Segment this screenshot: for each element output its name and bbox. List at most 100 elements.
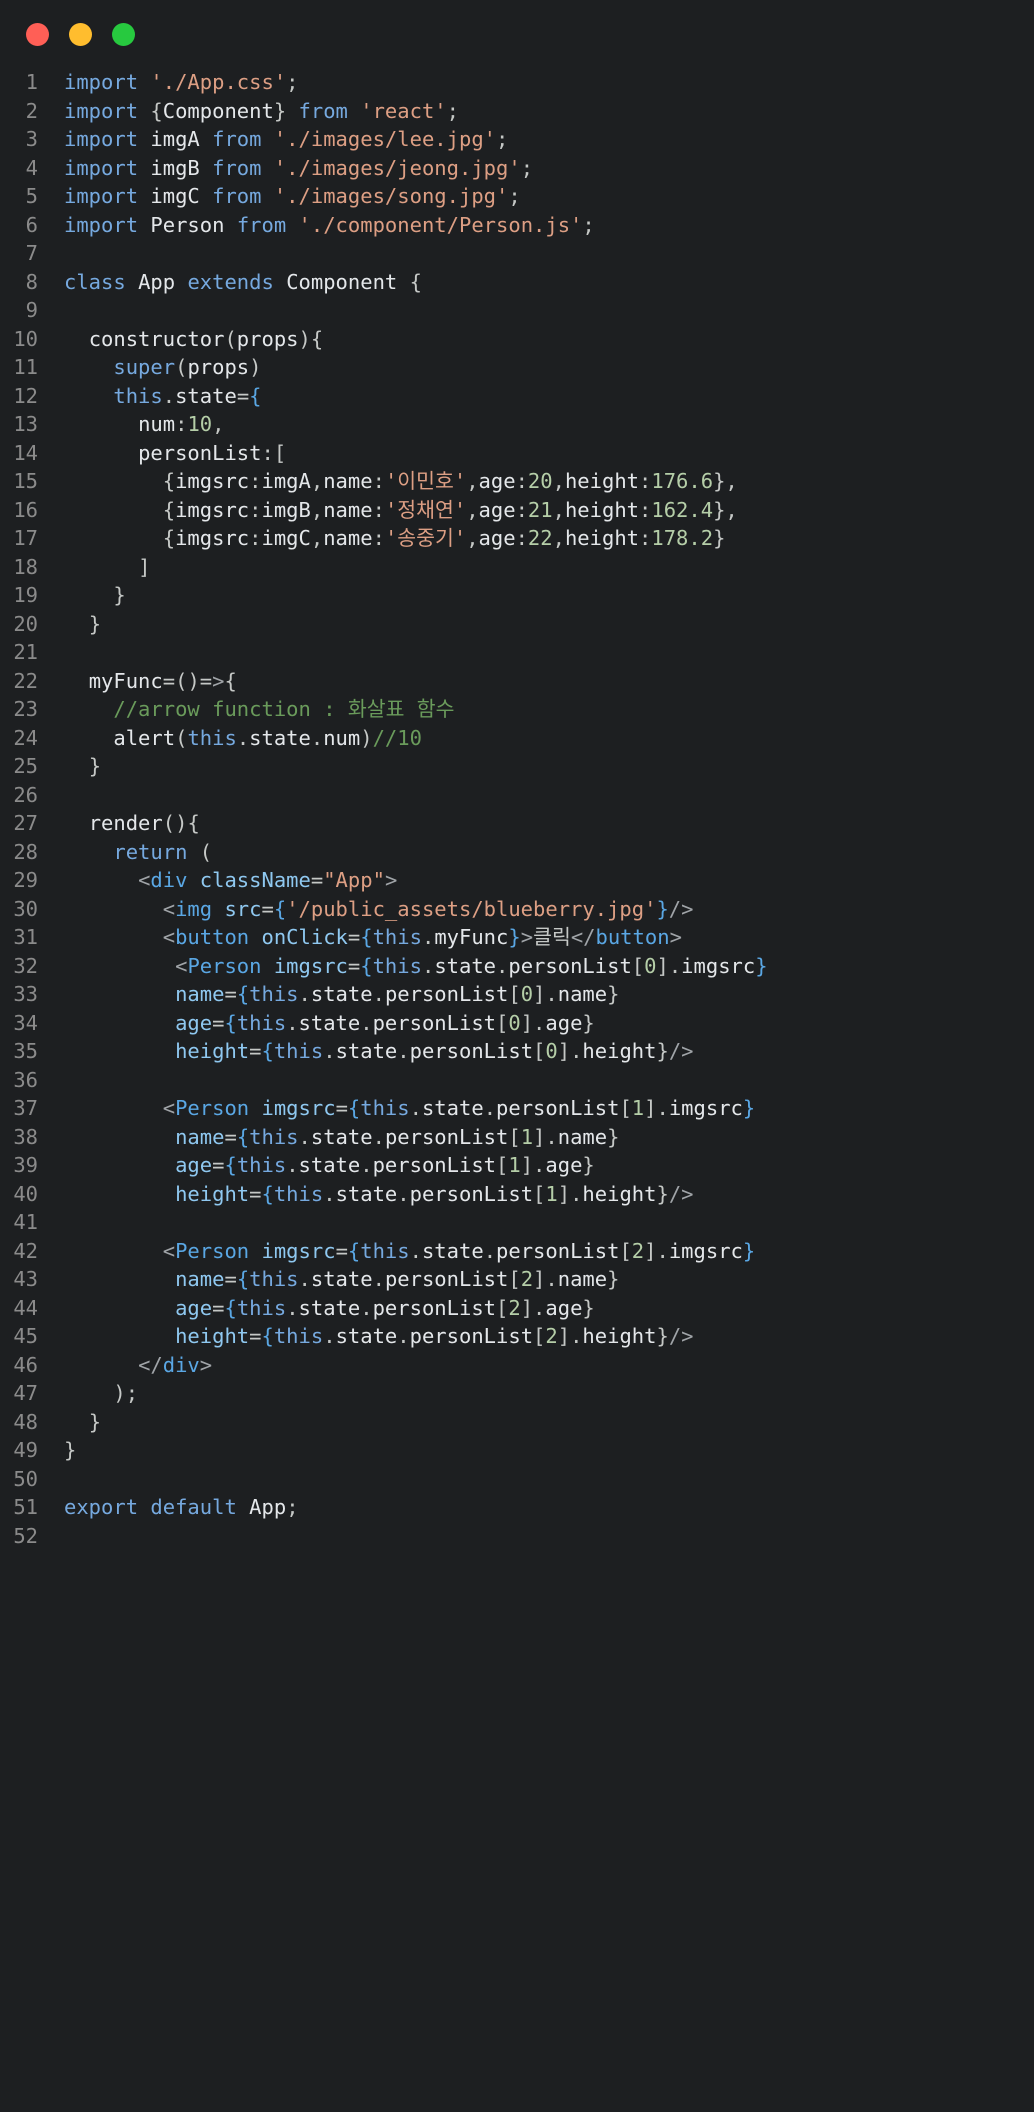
code-line: 25 } xyxy=(0,752,1034,781)
line-source[interactable]: ); xyxy=(64,1379,138,1408)
line-number: 4 xyxy=(25,155,38,180)
code-line: 20 } xyxy=(0,610,1034,639)
line-source[interactable]: age={this.state.personList[2].age} xyxy=(64,1294,595,1323)
minimize-dot[interactable] xyxy=(69,22,92,46)
line-number: 30 xyxy=(13,896,38,921)
line-source[interactable]: } xyxy=(64,752,101,781)
line-source[interactable]: import './App.css'; xyxy=(64,68,299,97)
line-source[interactable]: export default App; xyxy=(64,1493,299,1522)
code-line: 31 <button onClick={this.myFunc}>클릭</but… xyxy=(0,923,1034,952)
line-source[interactable]: } xyxy=(64,1408,101,1437)
line-number: 32 xyxy=(13,953,38,978)
line-source[interactable]: return ( xyxy=(64,838,212,867)
code-line: 9 xyxy=(0,296,1034,325)
line-number: 43 xyxy=(13,1267,38,1291)
code-window: 1 import './App.css'; 2 import {Component} … xyxy=(0,0,1034,2112)
line-number: 19 xyxy=(13,583,38,607)
line-source[interactable]: super(props) xyxy=(64,353,261,382)
code-line: 17 {imgsrc:imgC,name:'송중기',age:22,height… xyxy=(0,524,1034,553)
line-source[interactable]: <div className="App"> xyxy=(64,866,397,895)
line-source[interactable]: num:10, xyxy=(64,410,224,439)
code-line: 43 name={this.state.personList[2].name} xyxy=(0,1265,1034,1294)
line-source[interactable]: personList:[ xyxy=(64,439,286,468)
close-dot[interactable] xyxy=(26,22,49,46)
code-line: 32 <Person imgsrc={this.state.personList… xyxy=(0,952,1034,981)
line-source[interactable]: height={this.state.personList[1].height}… xyxy=(64,1180,693,1209)
code-line: 14 personList:[ xyxy=(0,439,1034,468)
line-source[interactable]: } xyxy=(64,610,101,639)
code-line: 2 import {Component} from 'react'; xyxy=(0,97,1034,126)
code-line: 40 height={this.state.personList[1].heig… xyxy=(0,1180,1034,1209)
line-number: 14 xyxy=(13,440,38,465)
line-source[interactable]: //arrow function : 화살표 함수 xyxy=(64,695,454,724)
code-line: 22 myFunc=()=>{ xyxy=(0,667,1034,696)
line-source[interactable]: myFunc=()=>{ xyxy=(64,667,237,696)
line-source[interactable]: name={this.state.personList[1].name} xyxy=(64,1123,619,1152)
line-number: 46 xyxy=(13,1352,38,1377)
code-line: 24 alert(this.state.num)//10 xyxy=(0,724,1034,753)
line-number: 18 xyxy=(13,554,38,579)
line-number: 24 xyxy=(13,725,38,750)
line-source[interactable]: import imgA from './images/lee.jpg'; xyxy=(64,125,508,154)
line-source[interactable]: import imgC from './images/song.jpg'; xyxy=(64,182,521,211)
code-line: 8 class App extends Component { xyxy=(0,268,1034,297)
line-number: 12 xyxy=(13,383,38,408)
line-source[interactable]: {imgsrc:imgB,name:'정채연',age:21,height:16… xyxy=(64,496,738,525)
code-line: 42 <Person imgsrc={this.state.personList… xyxy=(0,1237,1034,1266)
code-line: 47 ); xyxy=(0,1379,1034,1408)
line-source[interactable]: <img src={'/public_assets/blueberry.jpg'… xyxy=(64,895,694,924)
line-source[interactable]: class App extends Component { xyxy=(64,268,422,297)
line-source[interactable]: name={this.state.personList[2].name} xyxy=(64,1265,619,1294)
code-line: 5 import imgC from './images/song.jpg'; xyxy=(0,182,1034,211)
line-number: 36 xyxy=(13,1067,38,1092)
code-line: 45 height={this.state.personList[2].heig… xyxy=(0,1322,1034,1351)
line-source[interactable]: <Person imgsrc={this.state.personList[0]… xyxy=(64,952,767,981)
line-source[interactable]: alert(this.state.num)//10 xyxy=(64,724,422,753)
code-line: 30 <img src={'/public_assets/blueberry.j… xyxy=(0,895,1034,924)
line-source[interactable]: <Person imgsrc={this.state.personList[2]… xyxy=(64,1237,755,1266)
line-source[interactable]: age={this.state.personList[1].age} xyxy=(64,1151,595,1180)
line-number: 27 xyxy=(13,811,38,835)
line-source[interactable]: {imgsrc:imgC,name:'송중기',age:22,height:17… xyxy=(64,524,726,553)
line-source[interactable]: </div> xyxy=(64,1351,212,1380)
code-line: 35 height={this.state.personList[0].heig… xyxy=(0,1037,1034,1066)
line-number: 26 xyxy=(13,782,38,807)
line-source[interactable]: } xyxy=(64,581,125,610)
line-number: 49 xyxy=(13,1438,38,1462)
line-number: 10 xyxy=(13,326,38,351)
line-source[interactable]: this.state={ xyxy=(64,382,261,411)
code-line: 27 render(){ xyxy=(0,809,1034,838)
code-line: 33 name={this.state.personList[0].name} xyxy=(0,980,1034,1009)
code-editor[interactable]: 1 import './App.css'; 2 import {Component} … xyxy=(0,68,1034,1550)
line-number: 21 xyxy=(13,640,38,664)
line-number: 11 xyxy=(13,355,38,379)
code-line: 21 xyxy=(0,638,1034,667)
line-source[interactable]: height={this.state.personList[2].height}… xyxy=(64,1322,693,1351)
line-source[interactable]: } xyxy=(64,1436,76,1465)
maximize-dot[interactable] xyxy=(112,22,135,46)
line-source[interactable]: ] xyxy=(64,553,150,582)
code-line: 44 age={this.state.personList[2].age} xyxy=(0,1294,1034,1323)
code-line: 38 name={this.state.personList[1].name} xyxy=(0,1123,1034,1152)
line-number: 47 xyxy=(13,1381,38,1405)
code-line: 1 import './App.css'; xyxy=(0,68,1034,97)
line-source[interactable]: <Person imgsrc={this.state.personList[1]… xyxy=(64,1094,755,1123)
line-number: 5 xyxy=(25,184,38,208)
line-source[interactable]: render(){ xyxy=(64,809,200,838)
line-source[interactable]: <button onClick={this.myFunc}>클릭</button… xyxy=(64,923,682,952)
line-number: 8 xyxy=(25,269,38,294)
line-source[interactable]: name={this.state.personList[0].name} xyxy=(64,980,619,1009)
code-line: 28 return ( xyxy=(0,838,1034,867)
line-source[interactable]: height={this.state.personList[0].height}… xyxy=(64,1037,693,1066)
code-line: 34 age={this.state.personList[0].age} xyxy=(0,1009,1034,1038)
line-number: 48 xyxy=(13,1409,38,1434)
line-number: 42 xyxy=(13,1238,38,1263)
code-line: 10 constructor(props){ xyxy=(0,325,1034,354)
line-number: 35 xyxy=(13,1039,38,1063)
line-source[interactable]: {imgsrc:imgA,name:'이민호',age:20,height:17… xyxy=(64,467,738,496)
line-source[interactable]: import imgB from './images/jeong.jpg'; xyxy=(64,154,533,183)
line-source[interactable]: import {Component} from 'react'; xyxy=(64,97,459,126)
line-source[interactable]: constructor(props){ xyxy=(64,325,324,354)
line-source[interactable]: age={this.state.personList[0].age} xyxy=(64,1009,595,1038)
line-source[interactable]: import Person from './component/Person.j… xyxy=(64,211,595,240)
